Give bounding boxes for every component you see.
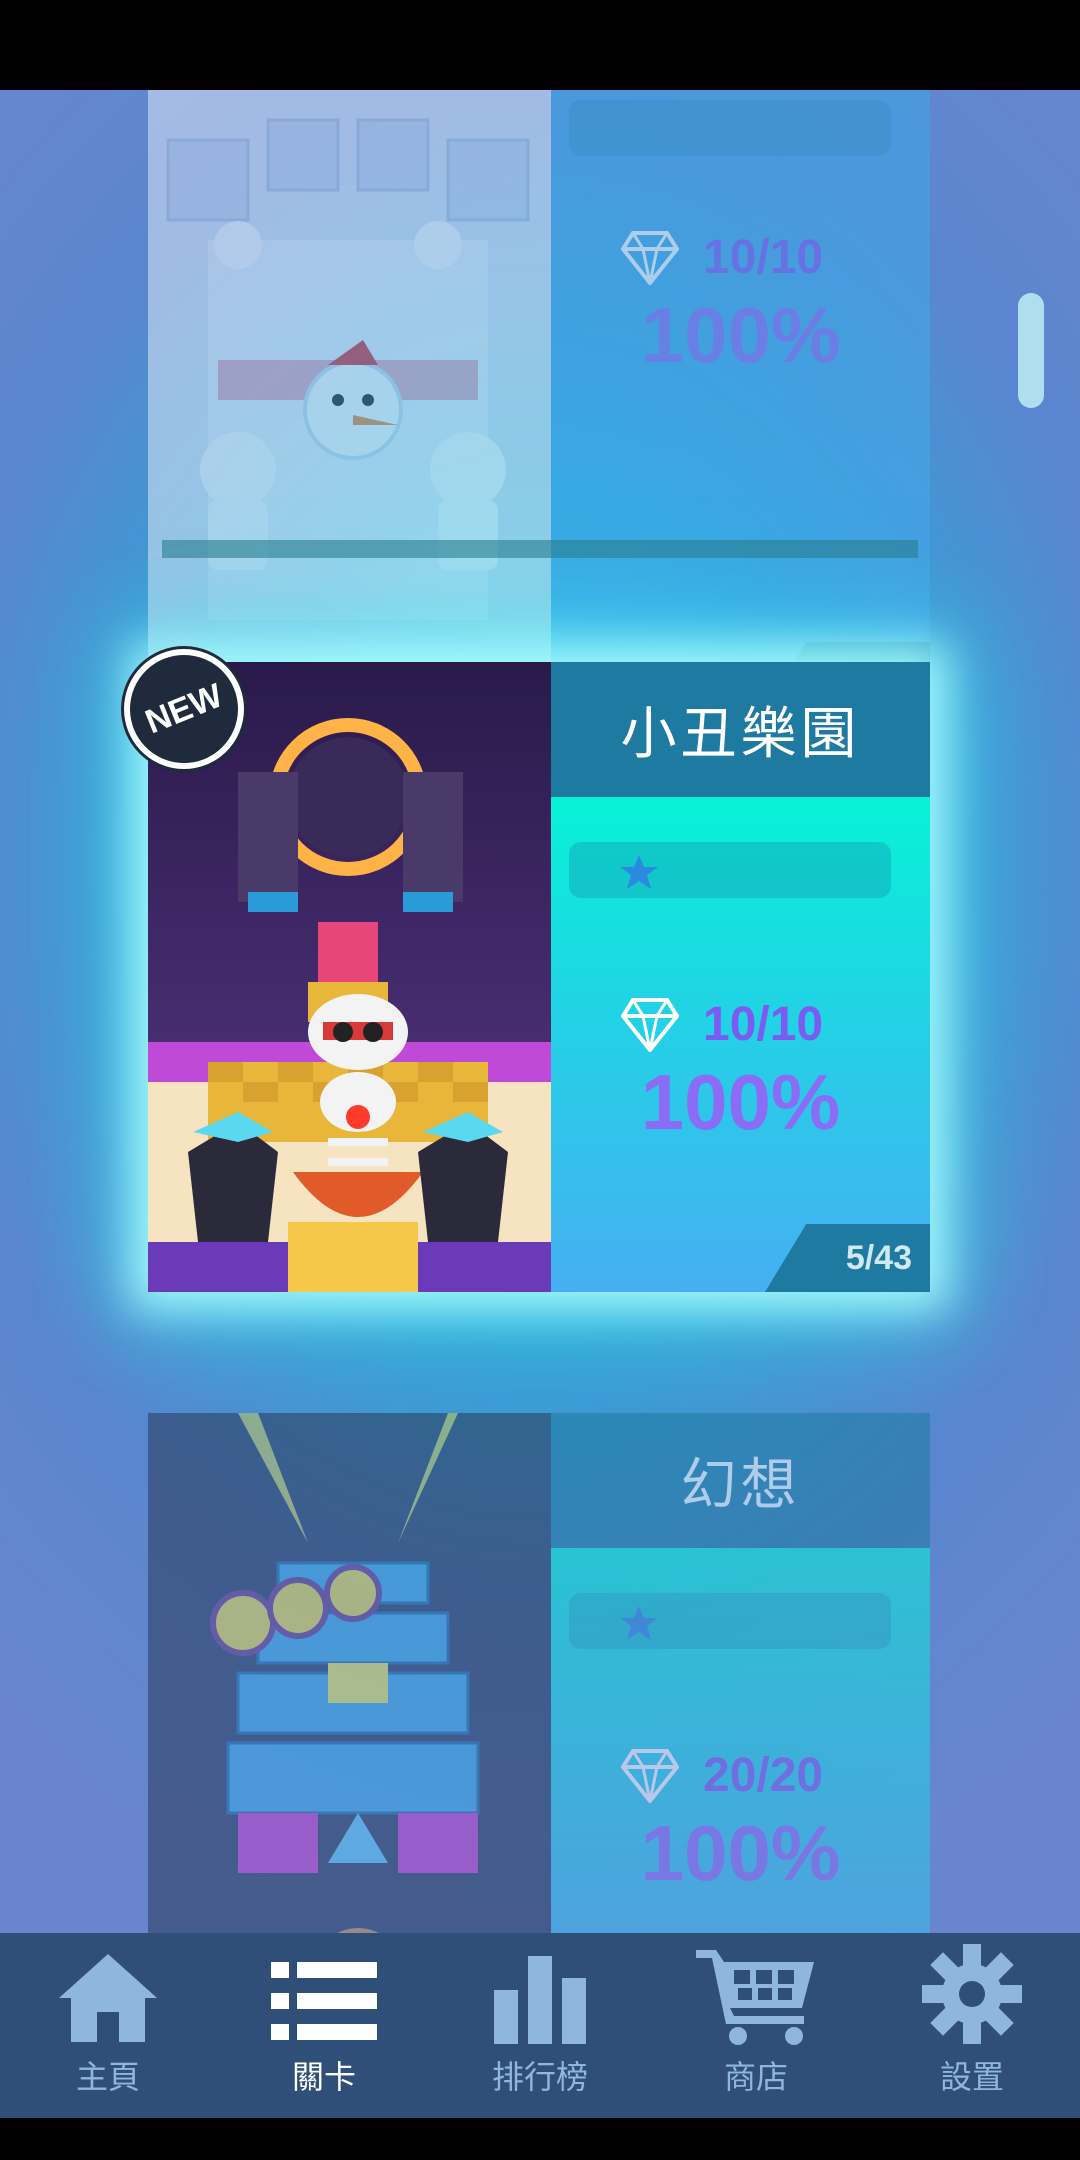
star-progress <box>569 842 891 898</box>
gem-count-row: 10/10 <box>621 230 823 285</box>
diamond-icon <box>621 997 679 1052</box>
nav-levels[interactable]: 關卡 <box>216 1933 432 2118</box>
scrollbar-thumb[interactable] <box>1018 293 1044 408</box>
completion-percent: 100% <box>640 291 841 379</box>
gem-count: 10/10 <box>703 231 824 284</box>
nav-settings-label: 設置 <box>939 2058 1004 2096</box>
level-list[interactable]: 10/10 100% 4/43 <box>0 90 1080 1933</box>
star-progress <box>569 100 891 156</box>
list-icon <box>271 1962 377 2040</box>
nav-shop-label: 商店 <box>723 2058 788 2096</box>
nav-home[interactable]: 主頁 <box>0 1933 216 2118</box>
level-title: 小丑樂園 <box>551 662 930 797</box>
card-shadow <box>162 540 918 558</box>
nav-leaderboard-label: 排行榜 <box>491 2058 588 2096</box>
star-icon <box>620 1606 658 1640</box>
nav-home-label: 主頁 <box>75 2058 140 2096</box>
status-bar <box>0 0 1080 90</box>
nav-settings[interactable]: 設置 <box>864 1933 1080 2118</box>
bar-chart-icon <box>494 1956 586 2044</box>
completion-percent: 100% <box>640 1809 841 1897</box>
nav-shop[interactable]: 商店 <box>648 1933 864 2118</box>
nav-levels-label: 關卡 <box>291 2058 356 2096</box>
system-nav-bar <box>0 2118 1080 2160</box>
gem-count: 10/10 <box>703 998 824 1051</box>
level-card-4[interactable]: 10/10 100% 4/43 <box>148 90 930 710</box>
star-icon <box>620 855 658 889</box>
level-card-5[interactable]: 小丑樂園 10/10 100% 5/43 <box>148 662 930 1292</box>
gem-count-row: 10/10 <box>621 997 823 1052</box>
diamond-icon <box>621 1748 679 1803</box>
gem-count: 20/20 <box>703 1749 824 1802</box>
level-title: 幻想 <box>551 1413 930 1548</box>
level-info-panel: 幻想 20/20 100% <box>551 1413 930 1933</box>
completion-percent: 100% <box>640 1058 841 1146</box>
diamond-icon <box>621 230 679 285</box>
level-index: 5/43 <box>765 1224 930 1292</box>
level-info-panel: 10/10 100% 4/43 <box>551 90 930 710</box>
star-progress <box>569 1593 891 1649</box>
home-icon <box>59 1954 157 2042</box>
gear-icon <box>922 1944 1022 2044</box>
gem-count-row: 20/20 <box>621 1748 823 1803</box>
level-info-panel: 小丑樂園 10/10 100% 5/43 <box>551 662 930 1292</box>
level-art-fantasy <box>148 1413 551 1933</box>
nav-leaderboard[interactable]: 排行榜 <box>432 1933 648 2118</box>
cart-icon <box>696 1950 814 2045</box>
bottom-navigation: 主頁 關卡 排行榜 商店 設置 <box>0 1933 1080 2118</box>
level-card-6[interactable]: 幻想 20/20 100% <box>148 1413 930 1933</box>
level-art-snowman <box>148 90 551 710</box>
